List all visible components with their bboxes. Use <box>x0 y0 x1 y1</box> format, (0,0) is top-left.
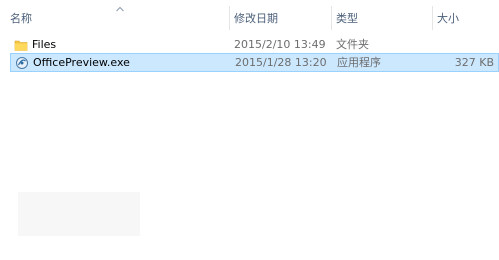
file-size <box>437 36 493 53</box>
exe-app-icon <box>16 57 28 69</box>
file-type: 文件夹 <box>336 38 369 51</box>
column-header-type[interactable]: 类型 <box>332 0 432 30</box>
file-explorer-view: 名称 修改日期 类型 大小 Files 2015/2/10 13:49 文件夹 … <box>0 0 499 260</box>
column-header-size[interactable]: 大小 <box>433 0 499 30</box>
column-header-name[interactable]: 名称 <box>6 0 228 30</box>
column-header-bar: 名称 修改日期 类型 大小 <box>0 0 499 30</box>
file-size: 327 KB <box>454 56 494 69</box>
file-name: Files <box>32 38 57 51</box>
column-header-date-modified[interactable]: 修改日期 <box>230 0 330 30</box>
file-row-officepreview-exe[interactable]: OfficePreview.exe 2015/1/28 13:20 应用程序 3… <box>10 53 499 72</box>
folder-icon <box>14 40 28 51</box>
file-type: 应用程序 <box>337 56 381 69</box>
empty-area-shadow <box>18 192 140 236</box>
file-name: OfficePreview.exe <box>33 56 130 69</box>
file-date-modified: 2015/2/10 13:49 <box>234 38 326 51</box>
file-date-modified: 2015/1/28 13:20 <box>235 56 327 69</box>
